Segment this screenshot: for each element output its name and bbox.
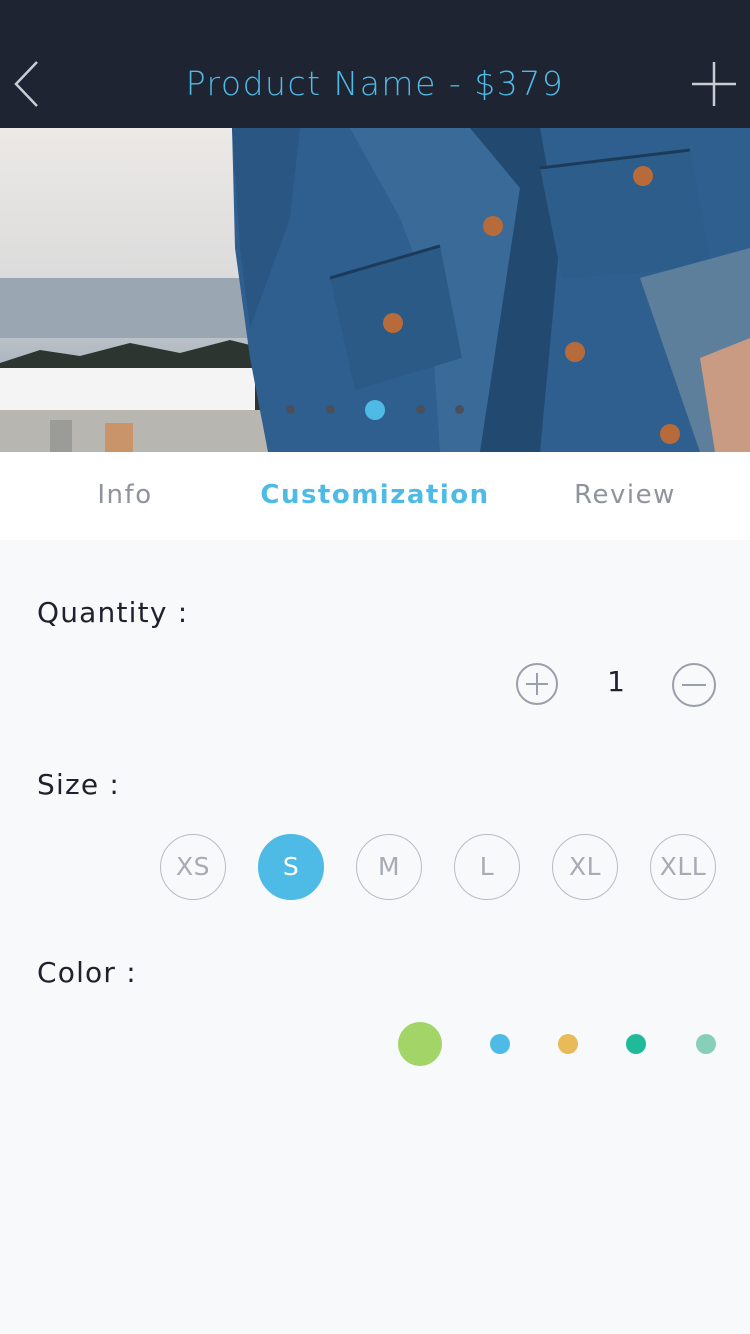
page-dot-active[interactable] [365, 400, 385, 420]
page-dot[interactable] [326, 405, 335, 414]
tab-bar: Info Customization Review [0, 452, 750, 540]
color-swatch-yellow[interactable] [558, 1034, 578, 1054]
decrement-quantity-button[interactable] [672, 663, 716, 707]
size-option-m[interactable]: M [356, 834, 422, 900]
color-swatch-green[interactable] [398, 1022, 442, 1066]
page-title: Product Name - $379 [185, 64, 565, 103]
size-option-xl[interactable]: XL [552, 834, 618, 900]
size-option-xs[interactable]: XS [160, 834, 226, 900]
color-swatch-blue[interactable] [490, 1034, 510, 1054]
navigation-bar: Product Name - $379 [0, 0, 750, 128]
size-option-l[interactable]: L [454, 834, 520, 900]
size-option-xll[interactable]: XLL [650, 834, 716, 900]
color-label: Color : [37, 956, 137, 989]
plus-icon [692, 62, 736, 106]
minus-circle-icon [682, 684, 706, 686]
quantity-label: Quantity : [37, 596, 189, 629]
tab-review[interactable]: Review [500, 480, 750, 510]
tab-info[interactable]: Info [0, 480, 250, 510]
page-dot[interactable] [455, 405, 464, 414]
increment-quantity-button[interactable] [516, 663, 558, 705]
size-label: Size : [37, 768, 121, 801]
tab-customization[interactable]: Customization [250, 480, 500, 510]
color-swatch-mint[interactable] [696, 1034, 716, 1054]
size-option-s[interactable]: S [258, 834, 324, 900]
color-swatch-teal[interactable] [626, 1034, 646, 1054]
page-dot[interactable] [416, 405, 425, 414]
gallery-page-indicator [0, 398, 750, 422]
quantity-value: 1 [607, 665, 625, 698]
plus-circle-icon [526, 673, 548, 695]
add-button[interactable] [690, 60, 738, 108]
page-dot[interactable] [286, 405, 295, 414]
